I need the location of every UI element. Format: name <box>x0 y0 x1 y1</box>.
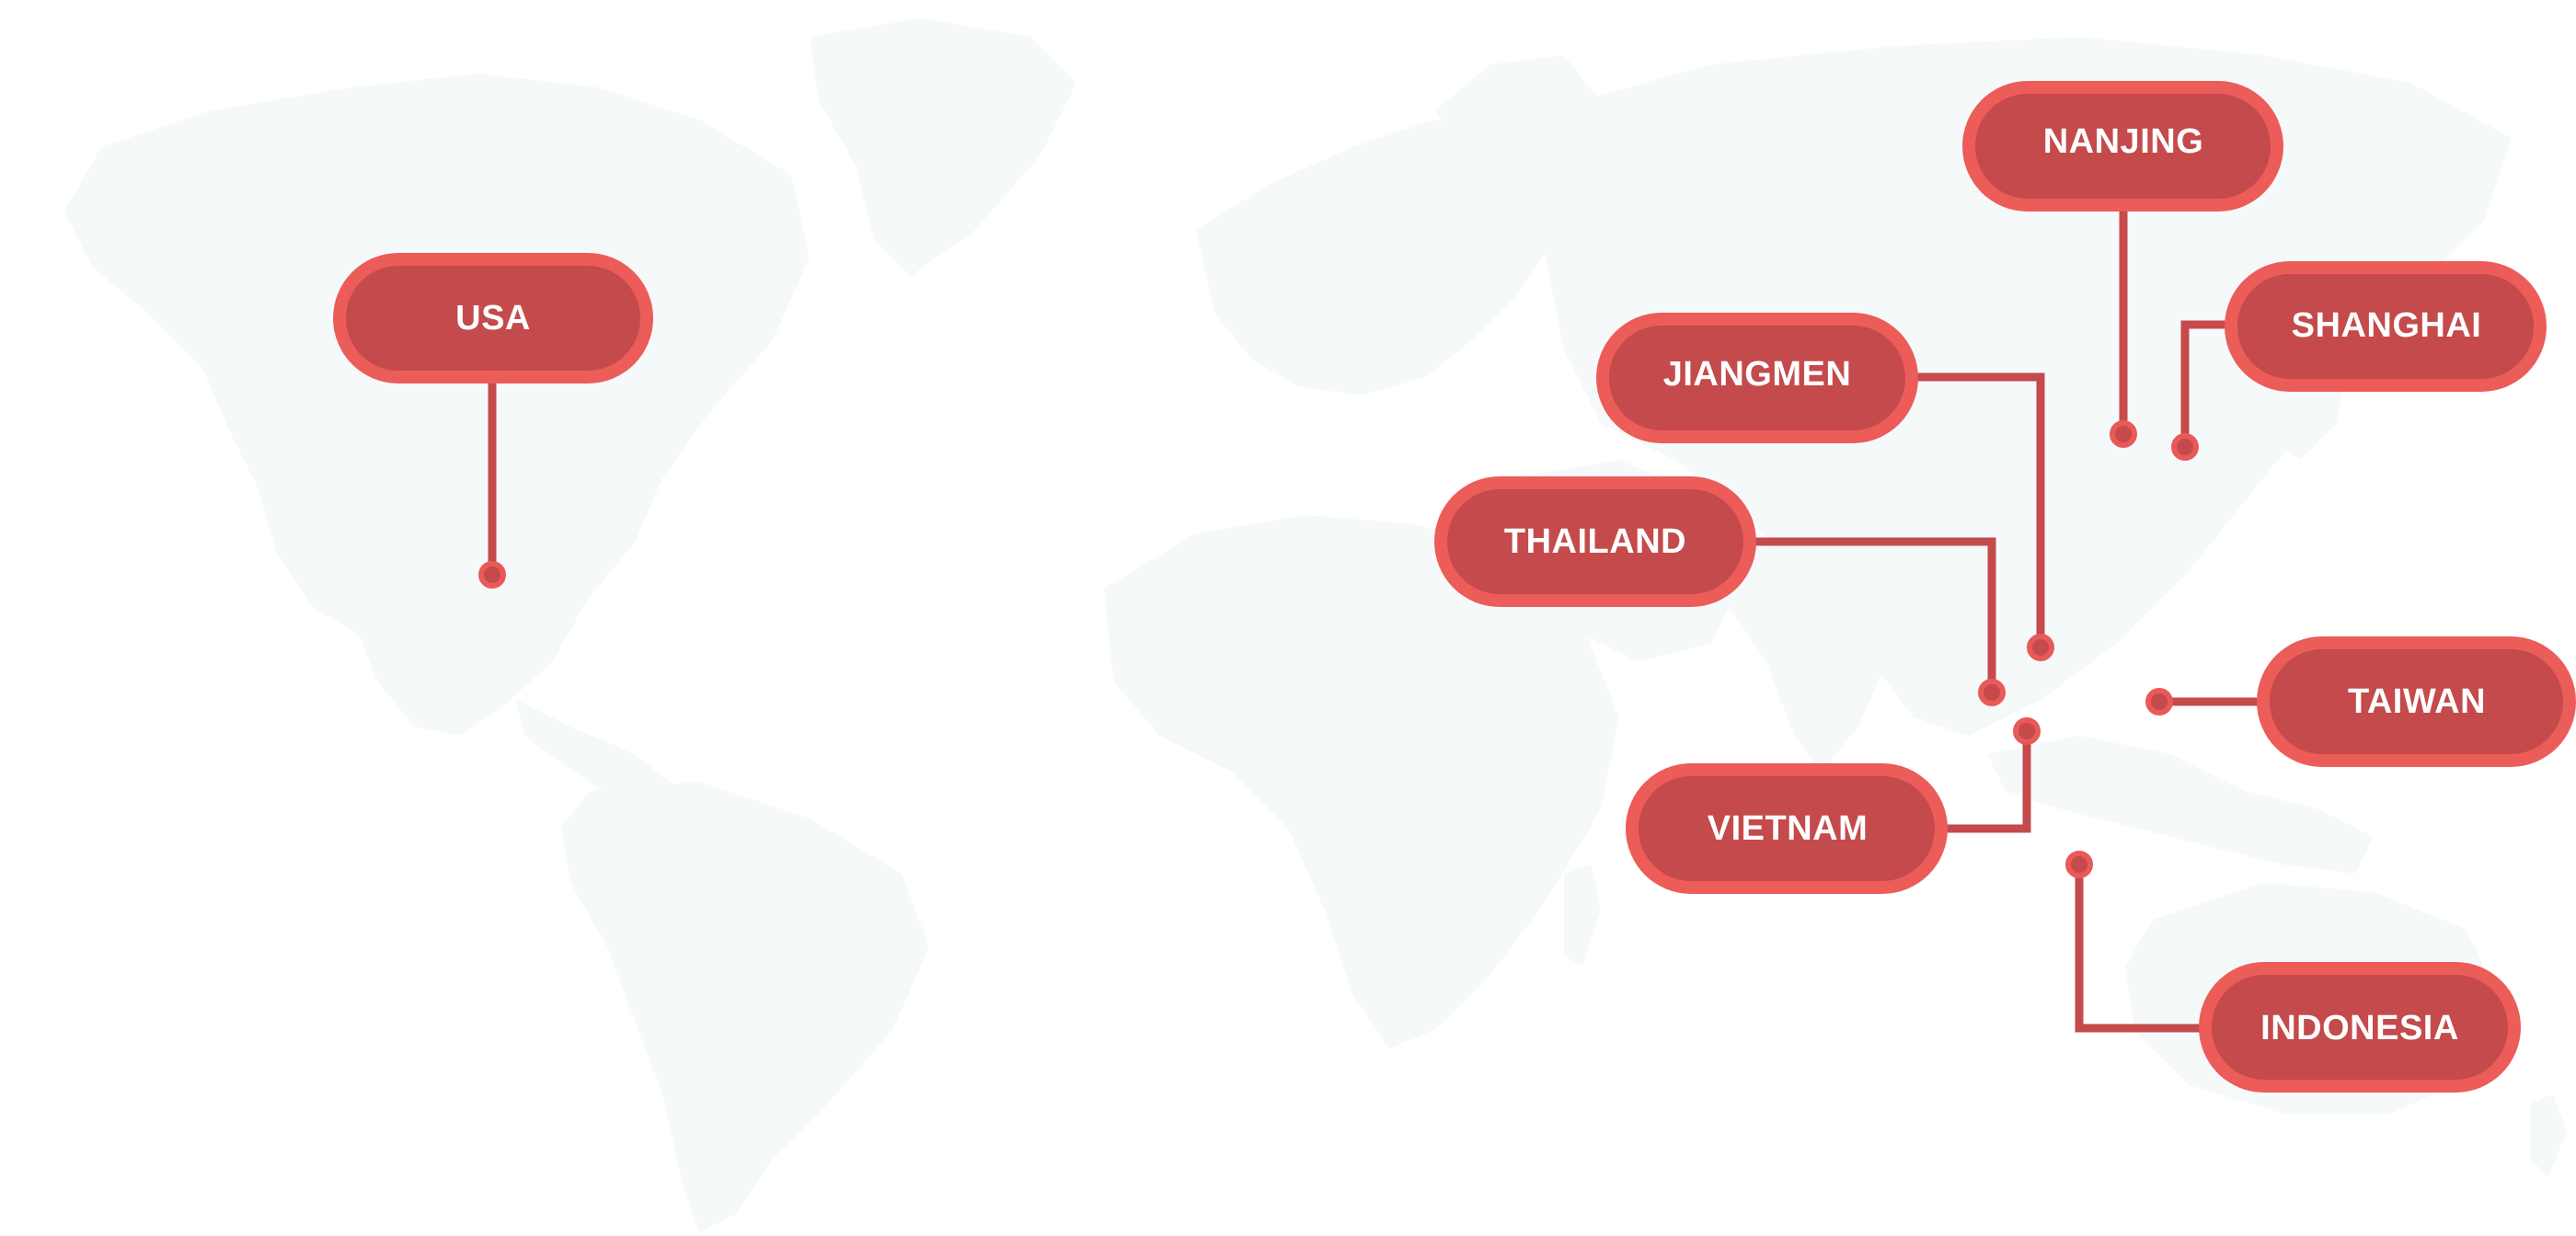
label-taiwan-text: TAIWAN <box>2348 682 2486 721</box>
label-jiangmen[interactable]: JIANGMEN <box>1596 313 1918 443</box>
pin-dot-taiwan[interactable] <box>2145 688 2173 715</box>
world-map: USA NANJING SHANGHAI JIANGMEN THAILAND T… <box>64 18 2576 1232</box>
label-usa-text: USA <box>455 299 531 338</box>
label-vietnam[interactable]: VIETNAM <box>1626 763 1948 894</box>
label-usa[interactable]: USA <box>333 253 653 383</box>
landmass-new-zealand <box>2530 1094 2567 1177</box>
landmass-madagascar <box>1564 864 1601 966</box>
pin-dot-vietnam[interactable] <box>2013 717 2041 745</box>
label-shanghai[interactable]: SHANGHAI <box>2225 261 2547 392</box>
pin-dot-thailand[interactable] <box>1978 679 2006 706</box>
label-indonesia[interactable]: INDONESIA <box>2199 962 2521 1093</box>
pin-dot-jiangmen[interactable] <box>2027 634 2054 661</box>
label-jiangmen-text: JIANGMEN <box>1663 355 1852 394</box>
label-nanjing[interactable]: NANJING <box>1962 81 2283 212</box>
label-vietnam-text: VIETNAM <box>1708 809 1869 848</box>
label-thailand-text: THAILAND <box>1504 522 1686 561</box>
label-nanjing-text: NANJING <box>2043 122 2204 161</box>
pin-dot-shanghai[interactable] <box>2171 433 2199 461</box>
landmass-south-america <box>561 782 929 1232</box>
landmass-north-america <box>64 74 810 736</box>
label-thailand[interactable]: THAILAND <box>1434 476 1756 607</box>
pin-dot-usa[interactable] <box>478 561 506 589</box>
label-indonesia-text: INDONESIA <box>2260 1009 2459 1047</box>
label-taiwan[interactable]: TAIWAN <box>2257 636 2576 767</box>
pin-dot-nanjing[interactable] <box>2110 420 2137 448</box>
label-shanghai-text: SHANGHAI <box>2292 306 2482 345</box>
landmass-greenland <box>810 18 1076 276</box>
landmass-india <box>1730 543 1895 772</box>
pin-dot-indonesia[interactable] <box>2065 851 2093 878</box>
